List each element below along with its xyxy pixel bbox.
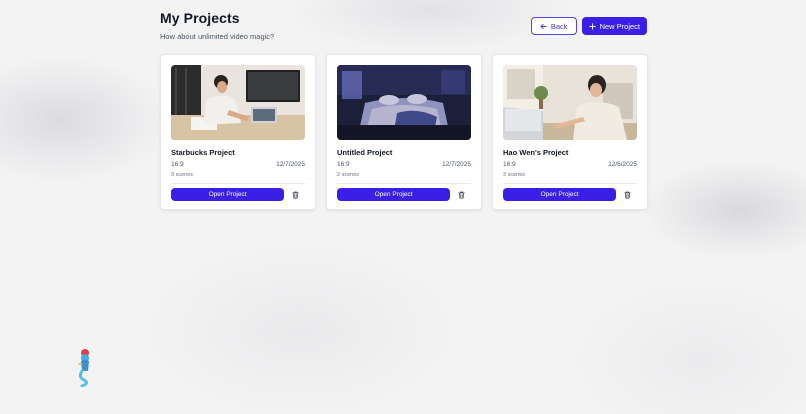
scene-count: 2 scenes — [337, 172, 360, 178]
card-divider — [503, 183, 637, 184]
project-meta: 16:9 12/6/2025 — [503, 161, 637, 168]
trash-icon — [291, 191, 299, 198]
aspect-ratio: 16:9 — [171, 161, 184, 168]
project-meta: 16:9 12/7/2025 — [171, 161, 305, 168]
delete-project-button[interactable] — [285, 188, 305, 201]
project-date: 12/7/2025 — [442, 161, 471, 168]
project-card: Starbucks Project 16:9 12/7/2025 3 scene… — [160, 54, 316, 210]
genie-mascot-icon[interactable] — [74, 347, 94, 387]
back-button-label: Back — [550, 21, 568, 31]
arrow-left-icon — [540, 23, 547, 29]
header-actions: Back New Project — [530, 17, 647, 35]
open-project-button[interactable]: Open Project — [503, 188, 617, 201]
project-date: 12/7/2025 — [276, 161, 305, 168]
card-actions: Open Project — [503, 188, 637, 201]
aspect-ratio: 16:9 — [337, 161, 350, 168]
project-card: Untitled Project 16:9 12/7/2025 2 scenes… — [326, 54, 482, 210]
project-thumbnail — [171, 65, 305, 140]
plus-icon — [588, 22, 596, 30]
open-project-button[interactable]: Open Project — [337, 188, 451, 201]
delete-project-button[interactable] — [617, 188, 637, 201]
trash-icon — [623, 191, 631, 198]
new-project-label: New Project — [599, 21, 640, 31]
projects-page: My Projects How about unlimited video ma… — [160, 10, 648, 210]
page-header: My Projects How about unlimited video ma… — [160, 10, 647, 54]
project-thumbnail — [503, 65, 637, 140]
delete-project-button[interactable] — [451, 188, 471, 201]
scene-count: 3 scenes — [503, 172, 526, 178]
card-actions: Open Project — [171, 188, 305, 201]
new-project-button[interactable]: New Project — [581, 17, 647, 35]
project-thumbnail — [337, 65, 471, 140]
open-project-button[interactable]: Open Project — [171, 188, 285, 201]
aspect-ratio: 16:9 — [503, 161, 516, 168]
project-date: 12/6/2025 — [608, 161, 637, 168]
project-meta: 16:9 12/7/2025 — [337, 161, 471, 168]
card-actions: Open Project — [337, 188, 471, 201]
project-card: Hao Wen's Project 16:9 12/6/2025 3 scene… — [492, 54, 648, 210]
card-divider — [337, 183, 471, 184]
project-name: Starbucks Project — [171, 148, 235, 157]
back-button[interactable]: Back — [530, 17, 577, 35]
project-name: Untitled Project — [337, 148, 393, 157]
project-name: Hao Wen's Project — [503, 148, 569, 157]
trash-icon — [457, 191, 465, 198]
project-grid: Starbucks Project 16:9 12/7/2025 3 scene… — [160, 54, 648, 210]
card-divider — [171, 183, 305, 184]
scene-count: 3 scenes — [171, 172, 194, 178]
